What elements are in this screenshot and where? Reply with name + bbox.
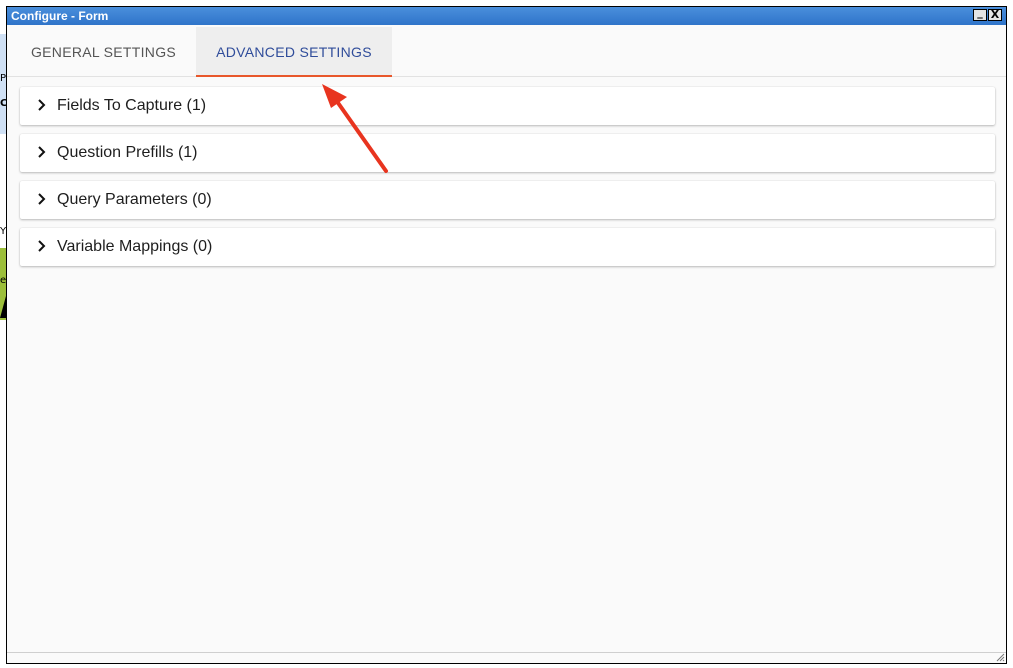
section-label: Question Prefills (1) — [57, 144, 198, 161]
close-button[interactable]: X — [988, 9, 1002, 21]
section-query-parameters[interactable]: Query Parameters (0) — [20, 181, 995, 219]
dialog-title: Configure - Form — [11, 9, 109, 23]
configure-dialog: Configure - Form _ X GENERAL SETTINGS AD… — [6, 6, 1007, 664]
section-question-prefills[interactable]: Question Prefills (1) — [20, 134, 995, 172]
status-divider — [7, 652, 1006, 653]
chevron-right-icon — [38, 193, 46, 205]
minimize-button[interactable]: _ — [973, 7, 987, 21]
tab-advanced-settings[interactable]: ADVANCED SETTINGS — [196, 27, 392, 77]
section-label: Variable Mappings (0) — [57, 238, 213, 255]
chevron-right-icon — [38, 146, 46, 158]
window-controls: _ X — [973, 7, 1002, 21]
section-variable-mappings[interactable]: Variable Mappings (0) — [20, 228, 995, 266]
section-fields-to-capture[interactable]: Fields To Capture (1) — [20, 87, 995, 125]
chevron-right-icon — [38, 99, 46, 111]
resize-grip-icon[interactable] — [995, 652, 1005, 662]
settings-tabs: GENERAL SETTINGS ADVANCED SETTINGS — [7, 27, 1006, 77]
dialog-titlebar[interactable]: Configure - Form _ X — [7, 7, 1006, 25]
chevron-right-icon — [38, 240, 46, 252]
section-label: Query Parameters (0) — [57, 191, 212, 208]
tab-general-settings[interactable]: GENERAL SETTINGS — [11, 27, 196, 77]
section-label: Fields To Capture (1) — [57, 97, 207, 114]
